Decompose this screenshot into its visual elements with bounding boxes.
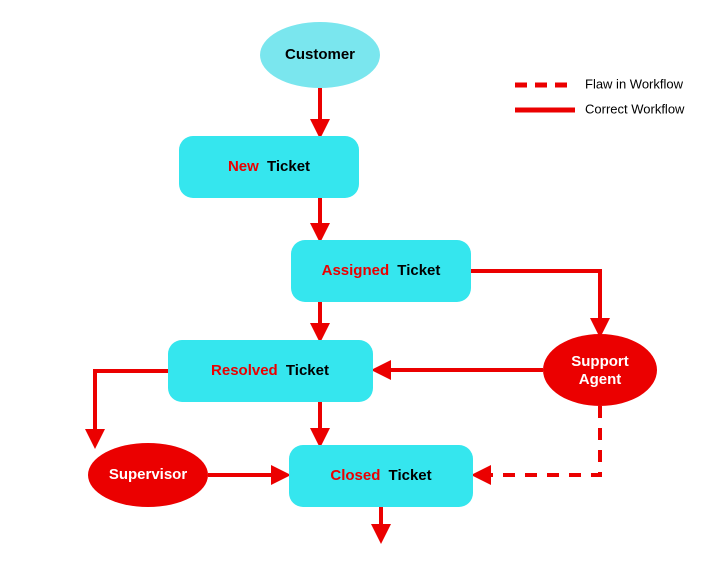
actor-support-agent-l2: Agent (579, 371, 622, 388)
ticket-assigned: Assigned Ticket (291, 240, 471, 302)
ticket-closed-status: Closed (330, 467, 380, 484)
svg-text:Closed Ticket: Closed Ticket (330, 467, 431, 484)
ticket-new: New Ticket (179, 136, 359, 198)
actor-supervisor: Supervisor (88, 443, 208, 507)
ticket-assigned-status: Assigned (322, 262, 390, 279)
ticket-resolved-noun: Ticket (286, 362, 329, 379)
legend-correct-label: Correct Workflow (585, 101, 685, 116)
workflow-diagram: Customer New Ticket Assigned Ticket Supp… (0, 0, 712, 568)
actor-support-agent-l1: Support (571, 353, 629, 370)
legend: Flaw in Workflow Correct Workflow (515, 76, 685, 116)
svg-text:Agent: Agent (579, 371, 622, 388)
svg-text:Resolved Ticket: Resolved Ticket (211, 362, 329, 379)
ticket-assigned-noun: Ticket (397, 262, 440, 279)
actor-support-agent: Support Agent (543, 334, 657, 406)
actor-supervisor-label: Supervisor (109, 466, 188, 483)
ticket-new-status: New (228, 158, 259, 175)
edge-assigned-agent (471, 271, 600, 334)
svg-text:New Ticket: New Ticket (228, 158, 310, 175)
svg-text:Support: Support (571, 353, 629, 370)
svg-text:Assigned Ticket: Assigned Ticket (322, 262, 441, 279)
ticket-resolved: Resolved Ticket (168, 340, 373, 402)
edge-resolved-supervisor (95, 371, 168, 445)
actor-customer: Customer (260, 22, 380, 88)
svg-text:Customer: Customer (285, 46, 355, 63)
ticket-resolved-status: Resolved (211, 362, 278, 379)
ticket-closed-noun: Ticket (389, 467, 432, 484)
actor-customer-label: Customer (285, 46, 355, 63)
ticket-new-noun: Ticket (267, 158, 310, 175)
svg-text:Supervisor: Supervisor (109, 466, 188, 483)
ticket-closed: Closed Ticket (289, 445, 473, 507)
edge-agent-closed-flaw (475, 406, 600, 475)
legend-flaw-label: Flaw in Workflow (585, 76, 684, 91)
